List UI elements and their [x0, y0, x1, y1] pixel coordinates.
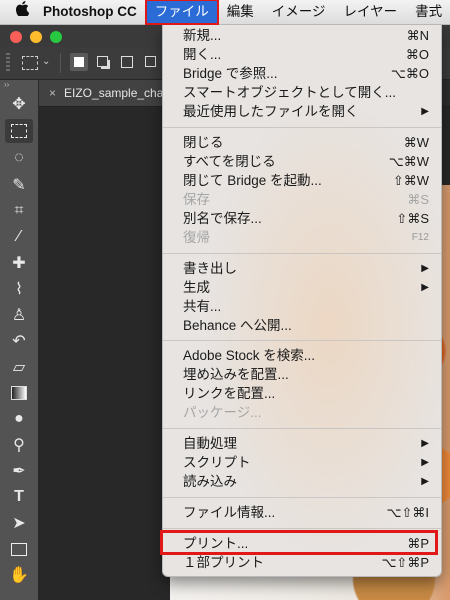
menu-item-close-go-bridge[interactable]: 閉じて Bridge を起動... ⇧⌘W: [163, 171, 441, 190]
menu-item-scripts[interactable]: スクリプト ▶: [163, 453, 441, 472]
menu-separator: [163, 253, 441, 254]
menu-separator: [163, 340, 441, 341]
menu-item-generate[interactable]: 生成 ▶: [163, 278, 441, 297]
crop-tool-icon[interactable]: ⌗: [5, 199, 33, 223]
eraser-tool-icon[interactable]: ▱: [5, 355, 33, 379]
chevron-down-icon[interactable]: ⌄: [42, 56, 50, 67]
menu-item-place-linked[interactable]: リンクを配置...: [163, 384, 441, 403]
hand-tool-icon[interactable]: ✋: [5, 563, 33, 587]
zoom-window-button[interactable]: [50, 31, 62, 43]
marquee-preset-icon[interactable]: [22, 56, 38, 70]
minimize-window-button[interactable]: [30, 31, 42, 43]
collapse-toolbar-icon[interactable]: ››: [0, 80, 38, 90]
menu-separator: [163, 497, 441, 498]
menu-item-import[interactable]: 読み込み ▶: [163, 472, 441, 491]
path-selection-tool-icon[interactable]: ➤: [5, 511, 33, 535]
menu-item-share[interactable]: 共有...: [163, 297, 441, 316]
intersect-selection-button[interactable]: [142, 53, 160, 71]
divider: [60, 53, 61, 73]
menu-item-close-all[interactable]: すべてを閉じる ⌥⌘W: [163, 152, 441, 171]
menubar-layer[interactable]: レイヤー: [334, 0, 406, 24]
menu-item-place-embedded[interactable]: 埋め込みを配置...: [163, 365, 441, 384]
menu-item-new[interactable]: 新規... ⌘N: [163, 26, 441, 45]
menu-item-package: パッケージ...: [183, 405, 262, 420]
menubar-file[interactable]: ファイル: [144, 0, 219, 25]
menu-item-share-behance[interactable]: Behance へ公開...: [163, 316, 441, 335]
gradient-tool-icon[interactable]: [5, 381, 33, 405]
menu-item-export[interactable]: 書き出し ▶: [163, 259, 441, 278]
apple-menu-icon[interactable]: [0, 0, 39, 24]
quick-selection-tool-icon[interactable]: ✎: [5, 173, 33, 197]
options-grip[interactable]: [6, 53, 10, 73]
menu-item-open-smart-object[interactable]: スマートオブジェクトとして開く...: [163, 83, 441, 102]
file-menu-dropdown: 新規... ⌘N 開く... ⌘O Bridge で参照... ⌥⌘O スマートオブジ…: [162, 24, 442, 577]
close-tab-icon[interactable]: ×: [39, 86, 64, 100]
pen-tool-icon[interactable]: ✒: [5, 459, 33, 483]
print-highlight-box: [160, 530, 438, 555]
lasso-tool-icon[interactable]: ◌: [5, 146, 33, 170]
type-tool-icon[interactable]: T: [5, 485, 33, 509]
menu-item-print-one-copy[interactable]: １部プリント ⌥⇧⌘P: [163, 553, 441, 572]
document-tab-title: EIZO_sample_cha: [64, 86, 164, 100]
brush-tool-icon[interactable]: ⌇: [5, 277, 33, 301]
clone-stamp-tool-icon[interactable]: ♙: [5, 303, 33, 327]
menu-bar: Photoshop CC ファイル 編集 イメージ レイヤー 書式: [0, 0, 450, 25]
submenu-arrow-icon: ▶: [421, 476, 429, 487]
move-tool-icon[interactable]: ✥: [5, 92, 33, 116]
menubar-image[interactable]: イメージ: [263, 0, 335, 24]
menubar-edit[interactable]: 編集: [218, 0, 263, 24]
submenu-arrow-icon: ▶: [421, 438, 429, 449]
menu-item-save-as[interactable]: 別名で保存... ⇧⌘S: [163, 209, 441, 228]
menu-separator: [163, 127, 441, 128]
blur-tool-icon[interactable]: ●: [5, 407, 33, 431]
menu-item-browse-bridge[interactable]: Bridge で参照... ⌥⌘O: [163, 64, 441, 83]
menu-separator: [163, 428, 441, 429]
close-window-button[interactable]: [10, 31, 22, 43]
menubar-type[interactable]: 書式: [406, 0, 450, 24]
rectangle-tool-icon[interactable]: [5, 537, 33, 561]
healing-brush-tool-icon[interactable]: ✚: [5, 251, 33, 275]
submenu-arrow-icon: ▶: [421, 282, 429, 293]
menu-item-revert: 復帰 F12: [183, 230, 429, 245]
menu-item-open-recent[interactable]: 最近使用したファイルを開く ▶: [163, 102, 441, 121]
history-brush-tool-icon[interactable]: ↶: [5, 329, 33, 353]
tools-panel: ›› ✥ ◌ ✎ ⌗ ⁄ ✚ ⌇ ♙ ↶ ▱ ● ⚲ ✒ T ➤ ✋: [0, 80, 39, 600]
marquee-tool-icon[interactable]: [5, 119, 33, 143]
submenu-arrow-icon: ▶: [421, 263, 429, 274]
menu-item-close[interactable]: 閉じる ⌘W: [163, 133, 441, 152]
app-menu[interactable]: Photoshop CC: [39, 0, 146, 24]
submenu-arrow-icon: ▶: [421, 106, 429, 117]
menu-item-automate[interactable]: 自動処理 ▶: [163, 434, 441, 453]
menu-item-search-adobe-stock[interactable]: Adobe Stock を検索...: [163, 346, 441, 365]
new-selection-button[interactable]: [70, 53, 88, 71]
subtract-selection-button[interactable]: [118, 53, 136, 71]
menu-separator: [163, 528, 441, 529]
eyedropper-tool-icon[interactable]: ⁄: [5, 225, 33, 249]
add-selection-button[interactable]: [94, 53, 112, 71]
dodge-tool-icon[interactable]: ⚲: [5, 433, 33, 457]
menu-item-file-info[interactable]: ファイル情報... ⌥⇧⌘I: [163, 503, 441, 522]
submenu-arrow-icon: ▶: [421, 457, 429, 468]
menu-item-save: 保存 ⌘S: [183, 192, 429, 207]
menu-item-open[interactable]: 開く... ⌘O: [163, 45, 441, 64]
